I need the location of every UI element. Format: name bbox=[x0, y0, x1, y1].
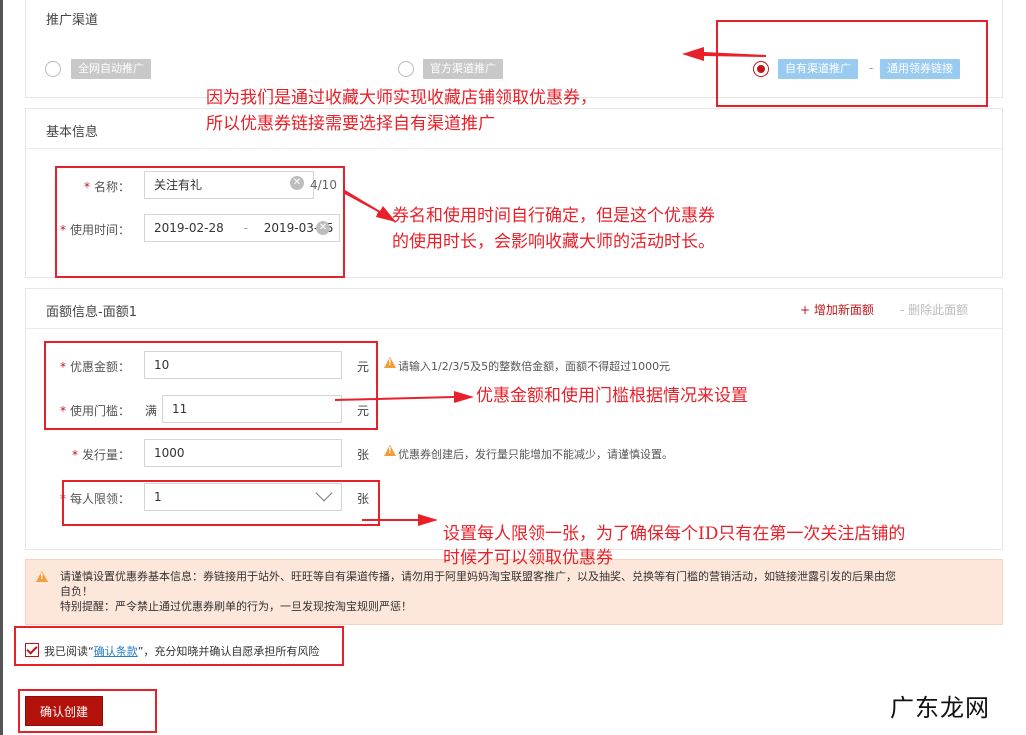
annotation-limit-line-1: 设置每人限领一张，为了确保每个ID只有在第一次关注店铺的 bbox=[443, 524, 906, 544]
annotation-arrows bbox=[335, 47, 766, 526]
annotation-basic-line-2: 的使用时长，会影响收藏大师的活动时长。 bbox=[392, 232, 715, 252]
annotation-limit-line-2: 时候才可以领取优惠券 bbox=[443, 548, 613, 568]
annotation-amount: 优惠金额和使用门槛根据情况来设置 bbox=[476, 386, 748, 406]
arrow-amount bbox=[335, 391, 474, 403]
site-watermark: 广东龙网 bbox=[890, 694, 990, 722]
arrow-channel bbox=[682, 47, 766, 61]
arrow-basic-info bbox=[343, 190, 396, 222]
annotation-channel-line-1: 因为我们是通过收藏大师实现收藏店铺领取优惠券， bbox=[206, 88, 597, 108]
annotation-basic-line-1: 券名和使用时间自行确定，但是这个优惠券 bbox=[392, 206, 715, 226]
arrow-limit bbox=[362, 514, 438, 526]
annotation-channel-line-2: 所以优惠券链接需要选择自有渠道推广 bbox=[206, 114, 495, 134]
